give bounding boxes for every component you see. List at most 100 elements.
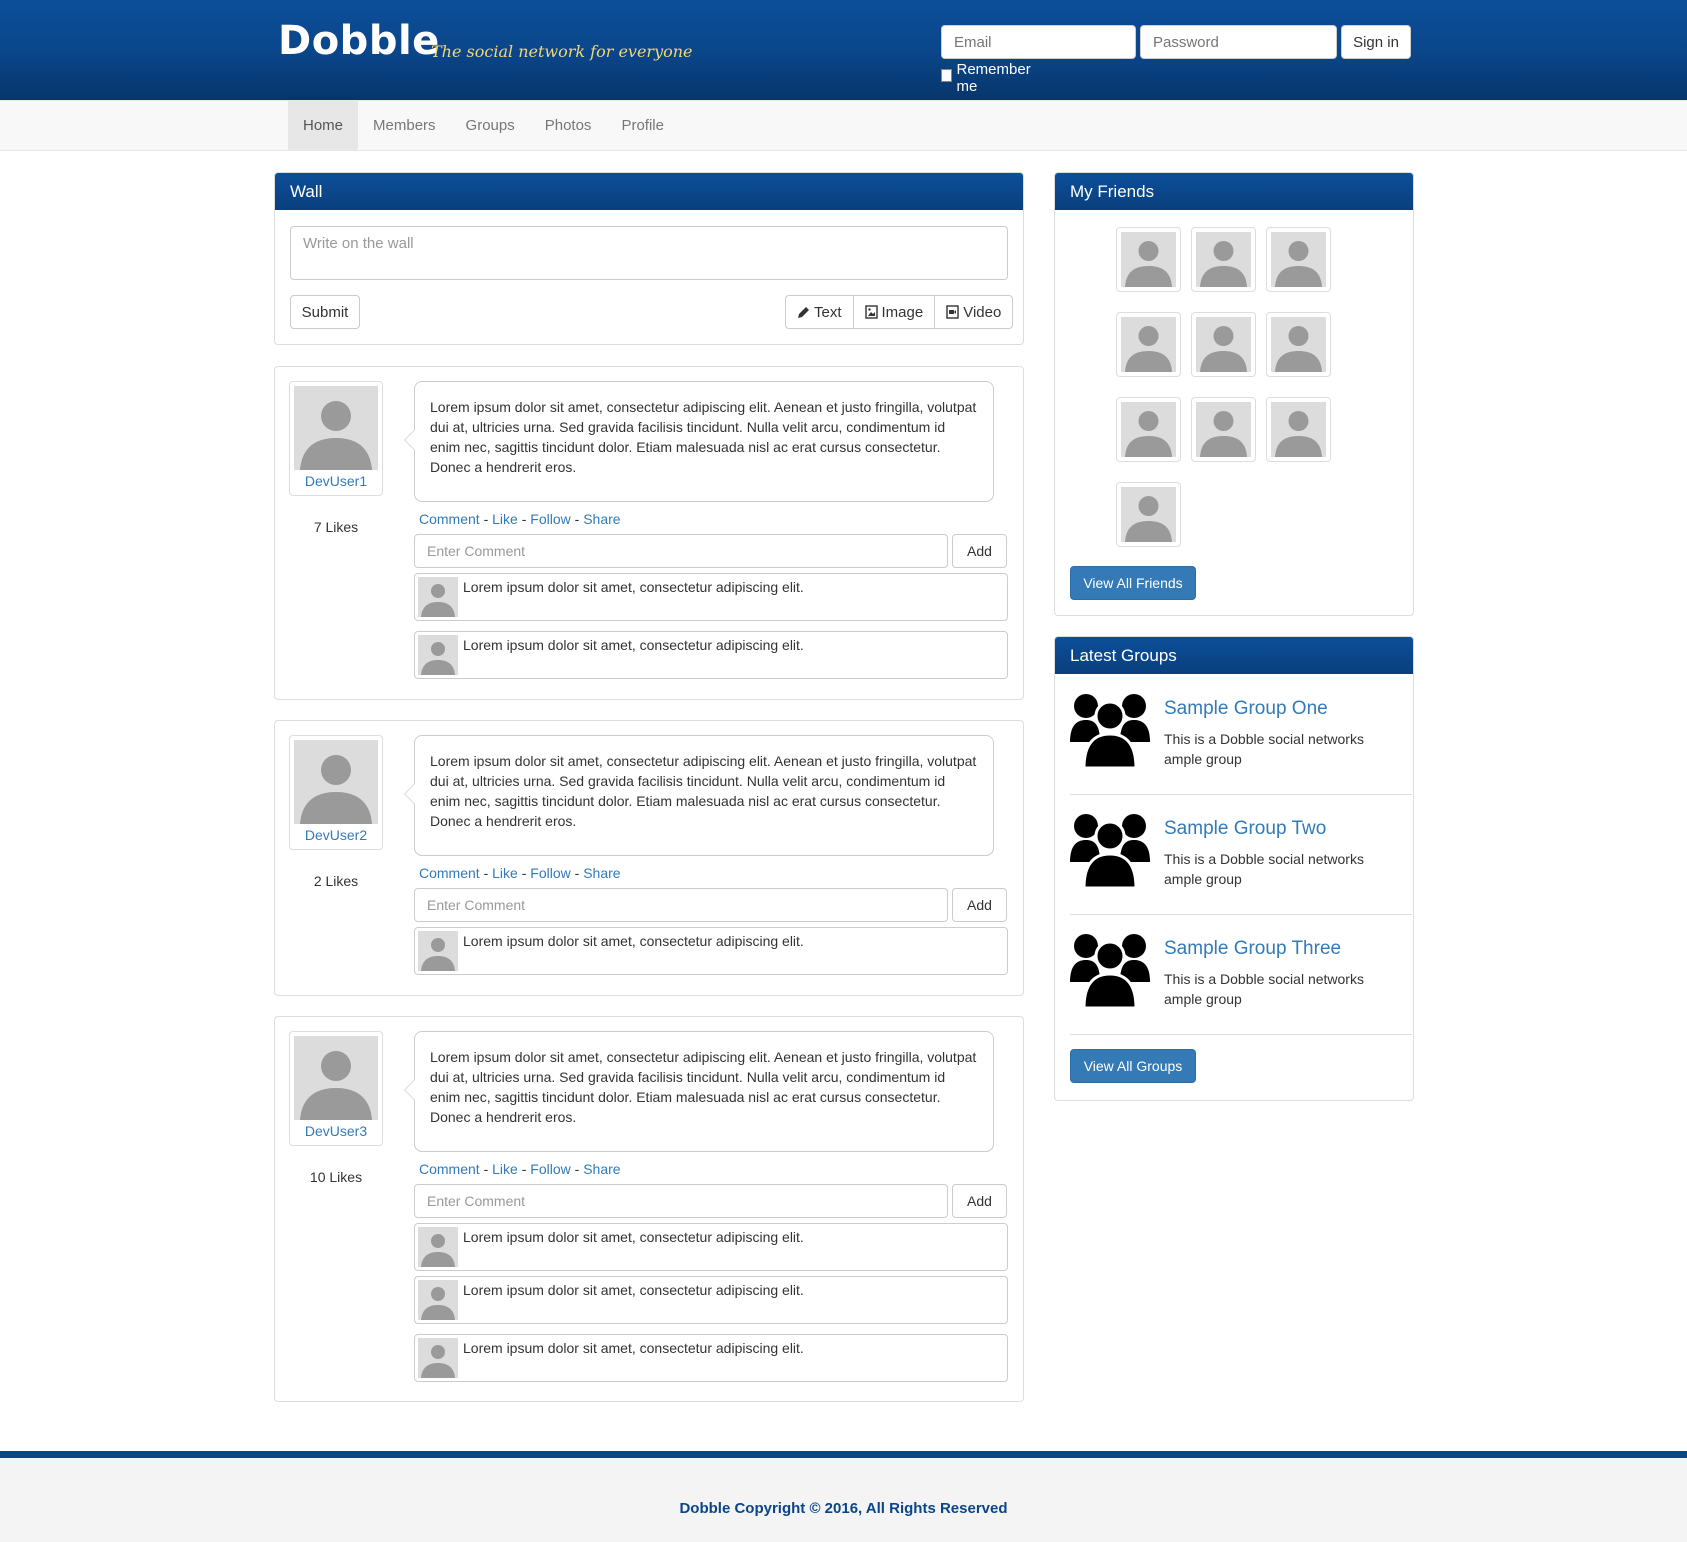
friend-thumb[interactable] [1116,482,1181,547]
commenter-avatar [418,1280,458,1320]
image-type-button[interactable]: Image [852,295,936,329]
group-name-link[interactable]: Sample Group Three [1164,938,1341,960]
friends-panel: My Friends View All Friends [1054,172,1414,616]
group-icon [1070,814,1150,888]
group-description: This is a Dobble social networks ample g… [1164,971,1364,1007]
group-icon [1070,694,1150,768]
commenter-avatar [418,577,458,617]
avatar [1121,317,1176,372]
site-header: Dobble The social network for everyone S… [0,0,1687,100]
site-footer: Dobble Copyright © 2016, All Rights Rese… [0,1458,1687,1542]
groups-title: Latest Groups [1055,637,1413,674]
post-author-card[interactable]: DevUser1 [289,381,383,496]
view-all-groups-button[interactable]: View All Groups [1070,1049,1196,1083]
copyright-text: Dobble Copyright © 2016, All Rights Rese… [679,1500,1008,1517]
post-author-name[interactable]: DevUser2 [290,827,382,843]
friend-thumb[interactable] [1116,312,1181,377]
comment-text: Lorem ipsum dolor sit amet, consectetur … [463,1282,804,1298]
comment-item: Lorem ipsum dolor sit amet, consectetur … [414,631,1008,679]
comment-input[interactable]: Enter Comment [414,888,948,922]
friend-thumb[interactable] [1191,312,1256,377]
remember-checkbox[interactable] [941,68,952,82]
add-comment-button[interactable]: Add [952,888,1007,922]
post-card: DevUser1 7 Likes Lorem ipsum dolor sit a… [274,366,1024,700]
post-author-card[interactable]: DevUser2 [289,735,383,850]
comment-text: Lorem ipsum dolor sit amet, consectetur … [463,1229,804,1245]
remember-me[interactable]: Remember me [941,61,1033,95]
avatar [1196,402,1251,457]
follow-link[interactable]: Follow [530,511,570,527]
comment-text: Lorem ipsum dolor sit amet, consectetur … [463,579,804,595]
add-comment-button[interactable]: Add [952,534,1007,568]
likes-count: 7 Likes [313,519,359,535]
logo[interactable]: Dobble [278,18,440,64]
sign-in-button[interactable]: Sign in [1341,25,1411,59]
add-comment-button[interactable]: Add [952,1184,1007,1218]
avatar [294,386,378,470]
avatar [294,1036,378,1120]
like-link[interactable]: Like [492,865,518,881]
comment-input[interactable]: Enter Comment [414,1184,948,1218]
avatar [1271,402,1326,457]
comment-text: Lorem ipsum dolor sit amet, consectetur … [463,1340,804,1356]
commenter-avatar [418,635,458,675]
post-author-name[interactable]: DevUser3 [290,1123,382,1139]
comment-item: Lorem ipsum dolor sit amet, consectetur … [414,573,1008,621]
email-field[interactable] [941,25,1136,59]
avatar [1196,317,1251,372]
likes-count: 10 Likes [309,1169,363,1185]
wall-title: Wall [275,173,1023,210]
comment-link[interactable]: Comment [419,865,480,881]
commenter-avatar [418,1227,458,1267]
footer-divider [0,1451,1687,1458]
submit-button[interactable]: Submit [290,295,360,329]
main-nav: Home Members Groups Photos Profile [0,100,1687,151]
comment-link[interactable]: Comment [419,1161,480,1177]
friend-thumb[interactable] [1116,397,1181,462]
post-author-name[interactable]: DevUser1 [290,473,382,489]
comment-input[interactable]: Enter Comment [414,534,948,568]
commenter-avatar [418,931,458,971]
comment-item: Lorem ipsum dolor sit amet, consectetur … [414,927,1008,975]
group-item: Sample Group Two This is a Dobble social… [1070,794,1412,915]
friend-thumb[interactable] [1191,397,1256,462]
wall-panel: Wall Write on the wall Submit Text Image… [274,172,1024,345]
like-link[interactable]: Like [492,1161,518,1177]
post-actions: Comment - Like - Follow - Share [419,865,621,881]
share-link[interactable]: Share [583,1161,620,1177]
text-type-button[interactable]: Text [785,295,854,329]
post-author-card[interactable]: DevUser3 [289,1031,383,1146]
image-file-icon [864,305,878,319]
avatar [1121,402,1176,457]
post-actions: Comment - Like - Follow - Share [419,1161,621,1177]
post-card: DevUser2 2 Likes Lorem ipsum dolor sit a… [274,720,1024,996]
friend-thumb[interactable] [1266,312,1331,377]
friend-thumb[interactable] [1266,397,1331,462]
follow-link[interactable]: Follow [530,1161,570,1177]
follow-link[interactable]: Follow [530,865,570,881]
friend-thumb[interactable] [1116,227,1181,292]
comment-item: Lorem ipsum dolor sit amet, consectetur … [414,1223,1008,1271]
nav-item-photos[interactable]: Photos [530,101,607,150]
nav-item-groups[interactable]: Groups [451,101,530,150]
video-type-button[interactable]: Video [934,295,1014,329]
share-link[interactable]: Share [583,865,620,881]
avatar [1196,232,1251,287]
likes-count: 2 Likes [313,873,359,889]
group-name-link[interactable]: Sample Group Two [1164,818,1326,840]
nav-item-profile[interactable]: Profile [606,101,679,150]
like-link[interactable]: Like [492,511,518,527]
group-icon [1070,934,1150,1008]
password-field[interactable] [1140,25,1337,59]
wall-textarea[interactable]: Write on the wall [290,226,1008,280]
friend-thumb[interactable] [1191,227,1256,292]
share-link[interactable]: Share [583,511,620,527]
nav-item-home[interactable]: Home [288,101,359,150]
view-all-friends-button[interactable]: View All Friends [1070,566,1196,600]
comment-text: Lorem ipsum dolor sit amet, consectetur … [463,637,804,653]
comment-link[interactable]: Comment [419,511,480,527]
comment-item: Lorem ipsum dolor sit amet, consectetur … [414,1334,1008,1382]
friend-thumb[interactable] [1266,227,1331,292]
group-name-link[interactable]: Sample Group One [1164,698,1328,720]
nav-item-members[interactable]: Members [358,101,451,150]
